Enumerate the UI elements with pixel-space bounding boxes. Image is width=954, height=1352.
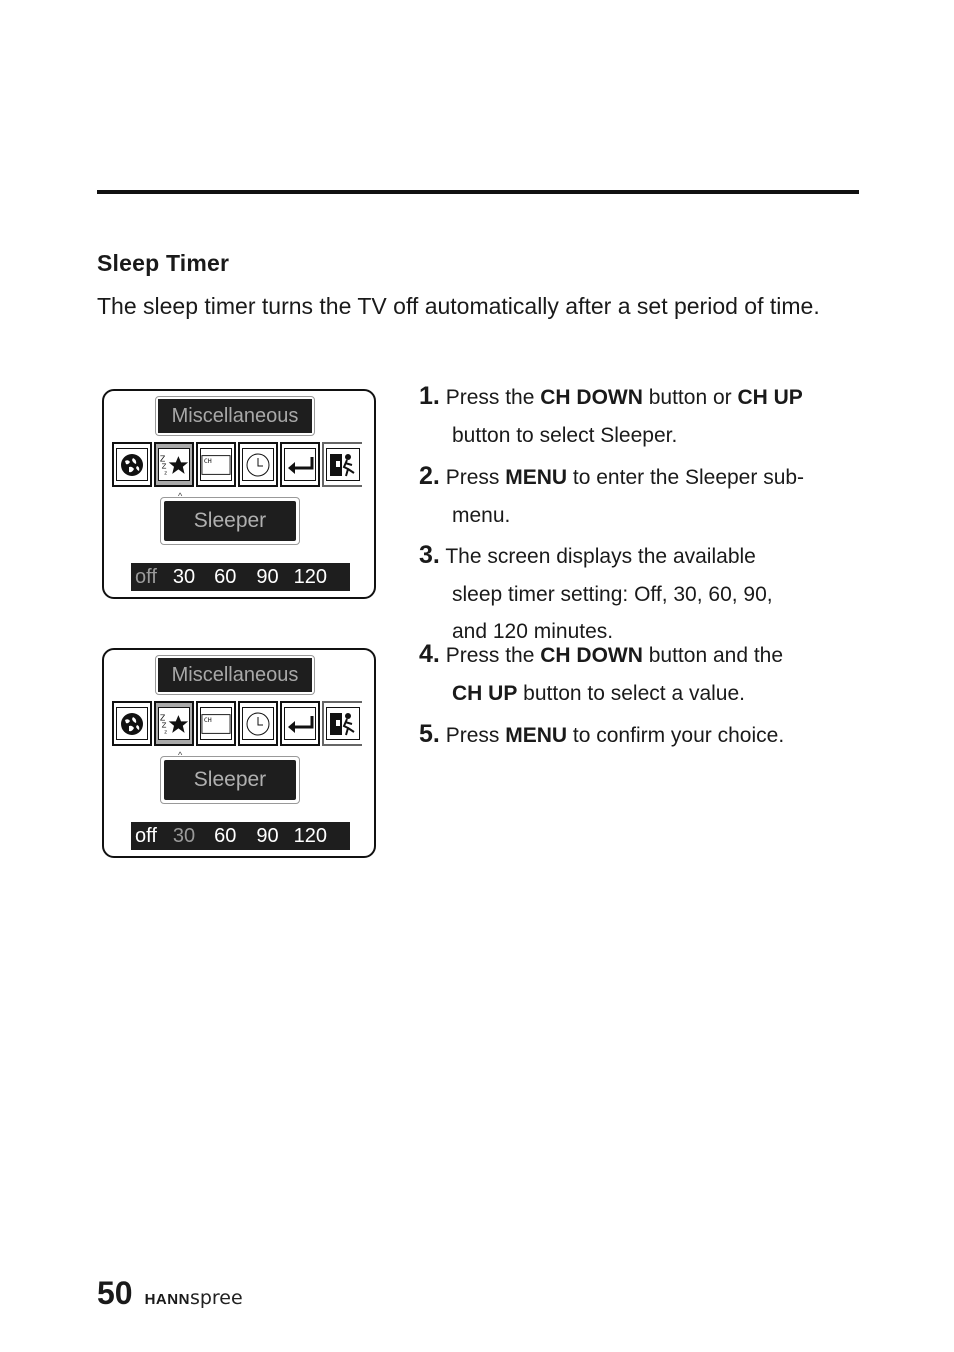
submenu-box: Sleeper xyxy=(160,756,300,804)
svg-text:CH: CH xyxy=(204,716,212,724)
timer-value-120[interactable]: 120 xyxy=(294,566,327,589)
timer-value-120[interactable]: 120 xyxy=(294,825,327,848)
sleep-star-icon: ZZz xyxy=(154,701,194,746)
brand-logo: HANNspree xyxy=(144,1287,243,1309)
svg-text:CH: CH xyxy=(204,457,212,465)
timer-values-bar: off 30 60 90 120 xyxy=(131,563,350,591)
channel-icon: CH xyxy=(196,442,236,487)
submenu-label: Sleeper xyxy=(164,760,296,800)
osd-title: Miscellaneous xyxy=(158,658,312,692)
osd-title-box: Miscellaneous xyxy=(155,396,315,436)
exit-icon xyxy=(322,701,362,746)
osd-title: Miscellaneous xyxy=(158,399,312,433)
svg-text:z: z xyxy=(164,470,167,476)
osd-title-box: Miscellaneous xyxy=(155,655,315,695)
step-3: 3. The screen displays the available sle… xyxy=(419,541,773,643)
page-footer: 50 HANNspree xyxy=(97,1275,243,1312)
step-2: 2. Press MENU to enter the Sleeper sub- … xyxy=(419,462,805,527)
step-1: 1. Press the CH DOWN button or CH UP but… xyxy=(419,382,803,447)
timer-value-90[interactable]: 90 xyxy=(256,566,278,589)
timer-value-60[interactable]: 60 xyxy=(214,825,236,848)
globe-icon xyxy=(112,442,152,487)
timer-value-90[interactable]: 90 xyxy=(256,825,278,848)
osd-icon-row: ZZz CH xyxy=(112,701,362,746)
timer-value-30[interactable]: 30 xyxy=(173,825,195,848)
timer-value-off[interactable]: off xyxy=(135,825,157,848)
svg-text:Z: Z xyxy=(162,461,167,470)
svg-text:Z: Z xyxy=(162,720,167,729)
intro-paragraph: The sleep timer turns the TV off automat… xyxy=(97,293,820,319)
section-title: Sleep Timer xyxy=(97,250,230,276)
timer-value-off[interactable]: off xyxy=(135,566,157,589)
header-rule xyxy=(97,190,859,194)
timer-value-30[interactable]: 30 xyxy=(173,566,195,589)
timer-values-bar: off 30 60 90 120 xyxy=(131,822,350,850)
osd-icon-row: ZZz CH xyxy=(112,442,362,487)
channel-icon: CH xyxy=(196,701,236,746)
sleep-star-icon: ZZz xyxy=(154,442,194,487)
step-5: 5. Press MENU to confirm your choice. xyxy=(419,720,785,748)
globe-icon xyxy=(112,701,152,746)
submenu-label: Sleeper xyxy=(164,501,296,541)
osd-screen-1: Miscellaneous ZZz CH ^ Sleeper off 30 60… xyxy=(102,389,376,599)
page-number: 50 xyxy=(97,1275,133,1311)
clock-icon xyxy=(238,442,278,487)
return-icon xyxy=(280,701,320,746)
submenu-box: Sleeper xyxy=(160,497,300,545)
exit-icon xyxy=(322,442,362,487)
return-icon xyxy=(280,442,320,487)
step-4: 4. Press the CH DOWN button and the CH U… xyxy=(419,640,784,705)
osd-screen-2: Miscellaneous ZZz CH ^ Sleeper off 30 60… xyxy=(102,648,376,858)
timer-value-60[interactable]: 60 xyxy=(214,566,236,589)
svg-text:z: z xyxy=(164,729,167,735)
clock-icon xyxy=(238,701,278,746)
